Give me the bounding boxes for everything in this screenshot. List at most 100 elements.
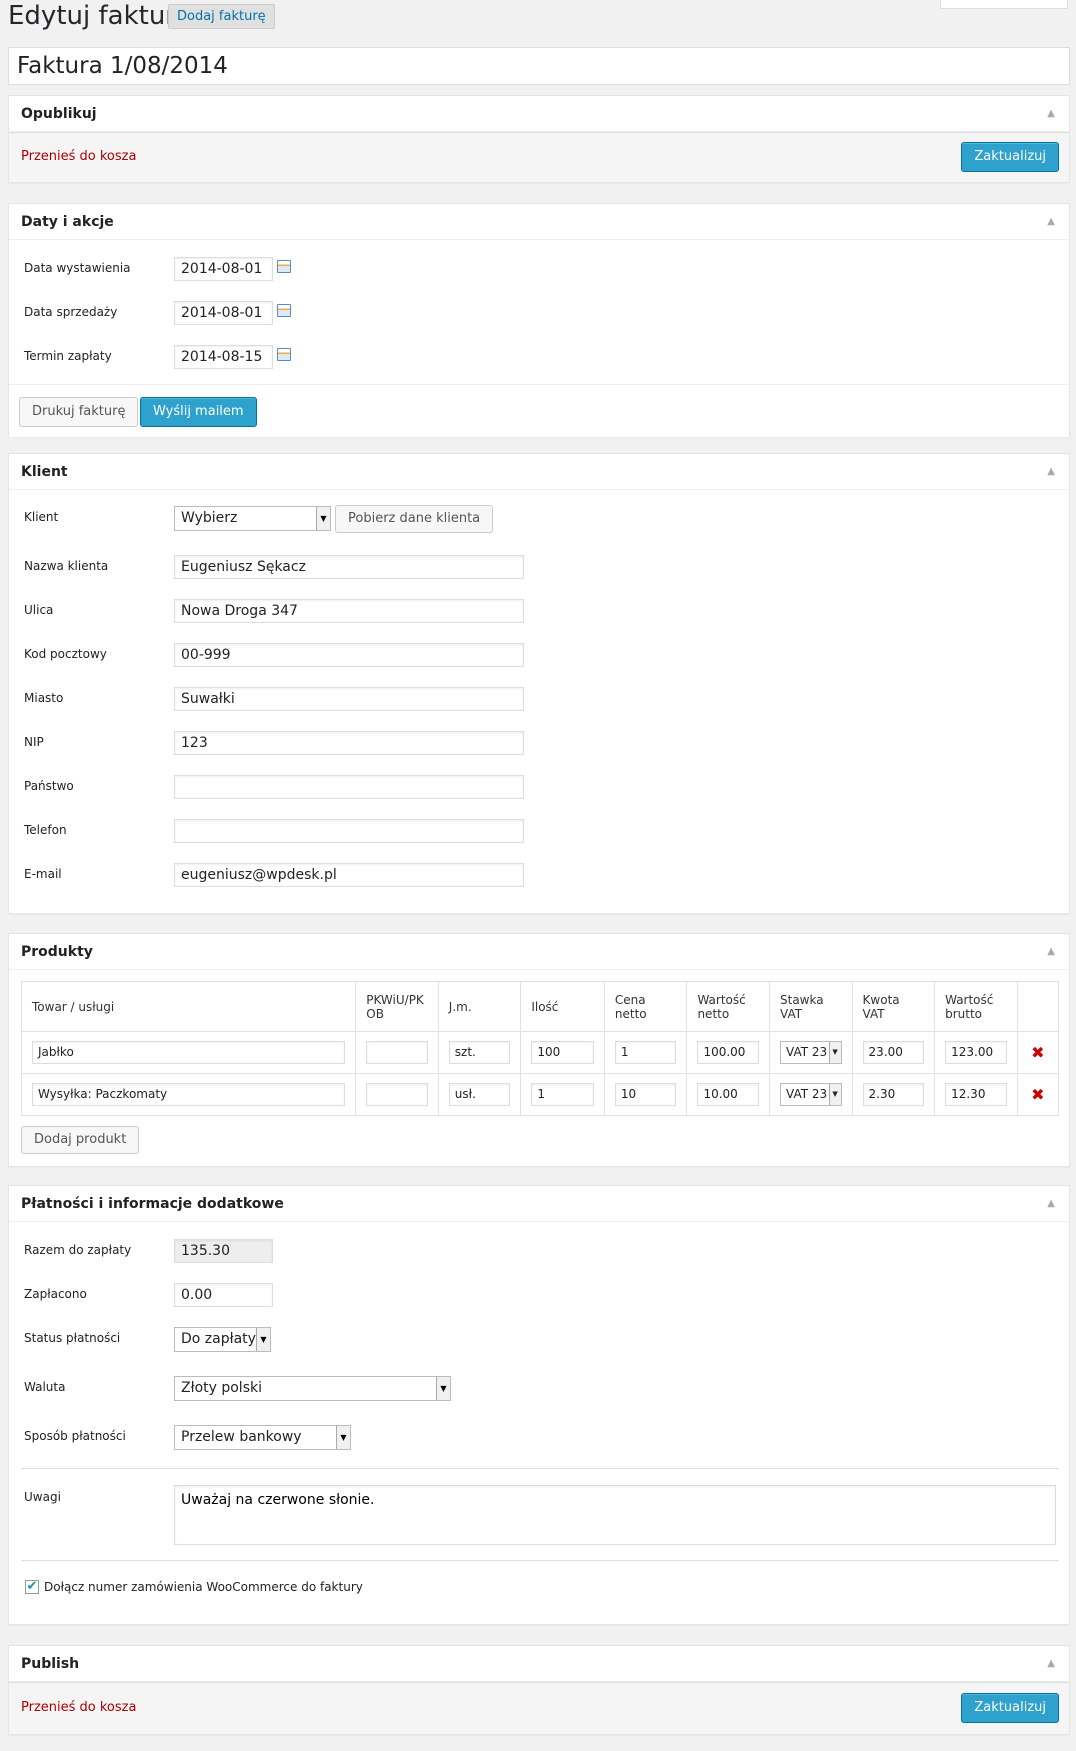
quantity-input[interactable]: 1 bbox=[531, 1083, 594, 1106]
net-price-input[interactable]: 1 bbox=[614, 1041, 677, 1064]
payment-status-select[interactable]: Do zapłaty ▼ bbox=[174, 1327, 271, 1352]
toggle-arrow-icon[interactable]: ▲ bbox=[1047, 934, 1055, 970]
client-select-value: Wybierz bbox=[181, 510, 238, 526]
street-label: Ulica bbox=[24, 603, 54, 617]
dates-box: Daty i akcje ▲ Data wystawienia 2014-08-… bbox=[8, 203, 1070, 437]
pkwiu-input[interactable] bbox=[366, 1083, 428, 1106]
chevron-down-icon: ▼ bbox=[336, 1426, 350, 1449]
trash-link[interactable]: Przenieś do kosza bbox=[21, 149, 136, 164]
products-table: Towar / usługi PKWiU/PK OB J.m. Ilość Ce… bbox=[20, 981, 1060, 1116]
toggle-arrow-icon[interactable]: ▲ bbox=[1047, 454, 1055, 490]
net-value-input[interactable]: 100.00 bbox=[697, 1041, 759, 1064]
payment-method-value: Przelew bankowy bbox=[181, 1429, 302, 1445]
column-header: Wartość netto bbox=[686, 981, 770, 1032]
client-box-header[interactable]: Klient ▲ bbox=[9, 454, 1069, 490]
toggle-arrow-icon[interactable]: ▲ bbox=[1047, 1186, 1055, 1222]
column-header: PKWiU/PK OB bbox=[355, 981, 439, 1032]
divider bbox=[21, 1560, 1059, 1561]
toggle-arrow-icon[interactable]: ▲ bbox=[1047, 1646, 1055, 1682]
add-invoice-button[interactable]: Dodaj fakturę bbox=[168, 4, 275, 29]
total-label: Razem do zapłaty bbox=[24, 1243, 132, 1257]
dates-box-title: Daty i akcje bbox=[21, 214, 114, 230]
column-header: Wartość brutto bbox=[934, 981, 1018, 1032]
due-date-input[interactable]: 2014-08-15 bbox=[174, 345, 273, 369]
country-input[interactable] bbox=[174, 775, 524, 799]
update-button[interactable]: Zaktualizuj bbox=[961, 1693, 1059, 1723]
gross-value-input[interactable]: 12.30 bbox=[945, 1083, 1007, 1106]
due-date-label: Termin zapłaty bbox=[24, 349, 112, 363]
trash-link[interactable]: Przenieś do kosza bbox=[21, 1700, 136, 1715]
payment-status-label: Status płatności bbox=[24, 1331, 121, 1345]
toggle-arrow-icon[interactable]: ▲ bbox=[1047, 96, 1055, 132]
vat-rate-select[interactable]: VAT 23 ▼ bbox=[780, 1083, 842, 1106]
add-product-button[interactable]: Dodaj produkt bbox=[21, 1126, 140, 1154]
screen-options-tab[interactable] bbox=[940, 0, 1068, 9]
payment-method-label: Sposób płatności bbox=[24, 1429, 126, 1443]
vat-amount-input[interactable]: 23.00 bbox=[862, 1041, 925, 1064]
calendar-icon[interactable] bbox=[277, 260, 291, 273]
publish-box-bottom: Publish ▲ Przenieś do kosza Zaktualizuj bbox=[8, 1645, 1070, 1735]
payment-box-header[interactable]: Płatności i informacje dodatkowe ▲ bbox=[9, 1186, 1069, 1222]
nip-input[interactable]: 123 bbox=[174, 731, 524, 755]
delete-row-icon[interactable]: ✖ bbox=[1031, 1085, 1044, 1104]
sale-date-input[interactable]: 2014-08-01 bbox=[174, 301, 273, 325]
toggle-arrow-icon[interactable]: ▲ bbox=[1047, 204, 1055, 240]
net-value-input[interactable]: 10.00 bbox=[697, 1083, 759, 1106]
publish-bottom-header[interactable]: Publish ▲ bbox=[9, 1646, 1069, 1682]
update-button[interactable]: Zaktualizuj bbox=[961, 142, 1059, 172]
calendar-icon[interactable] bbox=[277, 304, 291, 317]
client-name-input[interactable]: Eugeniusz Sękacz bbox=[174, 555, 524, 579]
table-row: Jabłko szt. 100 1 100.00 VAT 23 ▼ 23.00 1… bbox=[20, 1031, 1060, 1074]
payment-box-title: Płatności i informacje dodatkowe bbox=[21, 1196, 284, 1212]
unit-input[interactable]: usł. bbox=[448, 1083, 511, 1106]
vat-rate-value: VAT 23 bbox=[786, 1045, 828, 1059]
email-input[interactable]: eugeniusz@wpdesk.pl bbox=[174, 863, 524, 887]
title-input[interactable]: Faktura 1/08/2014 bbox=[8, 47, 1070, 85]
paid-input[interactable]: 0.00 bbox=[174, 1283, 273, 1307]
client-select[interactable]: Wybierz ▼ bbox=[174, 506, 331, 531]
nip-label: NIP bbox=[24, 735, 44, 749]
gross-value-input[interactable]: 123.00 bbox=[945, 1041, 1007, 1064]
street-input[interactable]: Nowa Droga 347 bbox=[174, 599, 524, 623]
product-name-input[interactable]: Wysyłka: Paczkomaty bbox=[32, 1083, 346, 1106]
print-invoice-button[interactable]: Drukuj fakturę bbox=[19, 397, 139, 427]
zip-input[interactable]: 00-999 bbox=[174, 643, 524, 667]
payment-status-value: Do zapłaty bbox=[181, 1331, 256, 1347]
payment-method-select[interactable]: Przelew bankowy ▼ bbox=[174, 1425, 351, 1450]
client-box: Klient ▲ Klient Wybierz ▼ Pobierz dane k… bbox=[8, 453, 1070, 914]
issue-date-label: Data wystawienia bbox=[24, 261, 131, 275]
dates-box-header[interactable]: Daty i akcje ▲ bbox=[9, 204, 1069, 240]
email-invoice-button[interactable]: Wyślij mailem bbox=[140, 397, 257, 427]
phone-label: Telefon bbox=[24, 823, 67, 837]
vat-amount-input[interactable]: 2.30 bbox=[862, 1083, 925, 1106]
unit-input[interactable]: szt. bbox=[448, 1041, 511, 1064]
fetch-client-button[interactable]: Pobierz dane klienta bbox=[335, 505, 494, 533]
column-header: Cena netto bbox=[603, 981, 688, 1032]
city-input[interactable]: Suwałki bbox=[174, 687, 524, 711]
chevron-down-icon: ▼ bbox=[828, 1084, 841, 1105]
delete-row-icon[interactable]: ✖ bbox=[1031, 1043, 1044, 1062]
issue-date-input[interactable]: 2014-08-01 bbox=[174, 257, 273, 281]
phone-input[interactable] bbox=[174, 819, 524, 843]
vat-rate-select[interactable]: VAT 23 ▼ bbox=[780, 1041, 842, 1064]
divider bbox=[21, 1468, 1059, 1469]
publish-box: Opublikuj ▲ Przenieś do kosza Zaktualizu… bbox=[8, 95, 1070, 183]
woocommerce-order-checkbox[interactable]: ✔ bbox=[25, 1580, 39, 1594]
calendar-icon[interactable] bbox=[277, 348, 291, 361]
quantity-input[interactable]: 100 bbox=[531, 1041, 594, 1064]
woocommerce-order-checkbox-label: Dołącz numer zamówienia WooCommerce do f… bbox=[44, 1580, 363, 1594]
table-row: Wysyłka: Paczkomaty usł. 1 10 10.00 VAT … bbox=[20, 1073, 1060, 1116]
publish-box-header[interactable]: Opublikuj ▲ bbox=[9, 96, 1069, 132]
currency-label: Waluta bbox=[24, 1380, 66, 1394]
pkwiu-input[interactable] bbox=[366, 1041, 428, 1064]
client-box-title: Klient bbox=[21, 464, 68, 480]
currency-select[interactable]: Złoty polski ▼ bbox=[174, 1376, 451, 1401]
notes-textarea[interactable]: Uważaj na czerwone słonie. bbox=[174, 1485, 1056, 1545]
sale-date-label: Data sprzedaży bbox=[24, 305, 118, 319]
publish-bottom-title: Publish bbox=[21, 1656, 80, 1672]
products-box-header[interactable]: Produkty ▲ bbox=[9, 934, 1069, 970]
product-name-input[interactable]: Jabłko bbox=[32, 1041, 346, 1064]
publish-actions: Przenieś do kosza Zaktualizuj bbox=[9, 132, 1069, 182]
net-price-input[interactable]: 10 bbox=[614, 1083, 677, 1106]
publish-box-title: Opublikuj bbox=[21, 106, 97, 122]
